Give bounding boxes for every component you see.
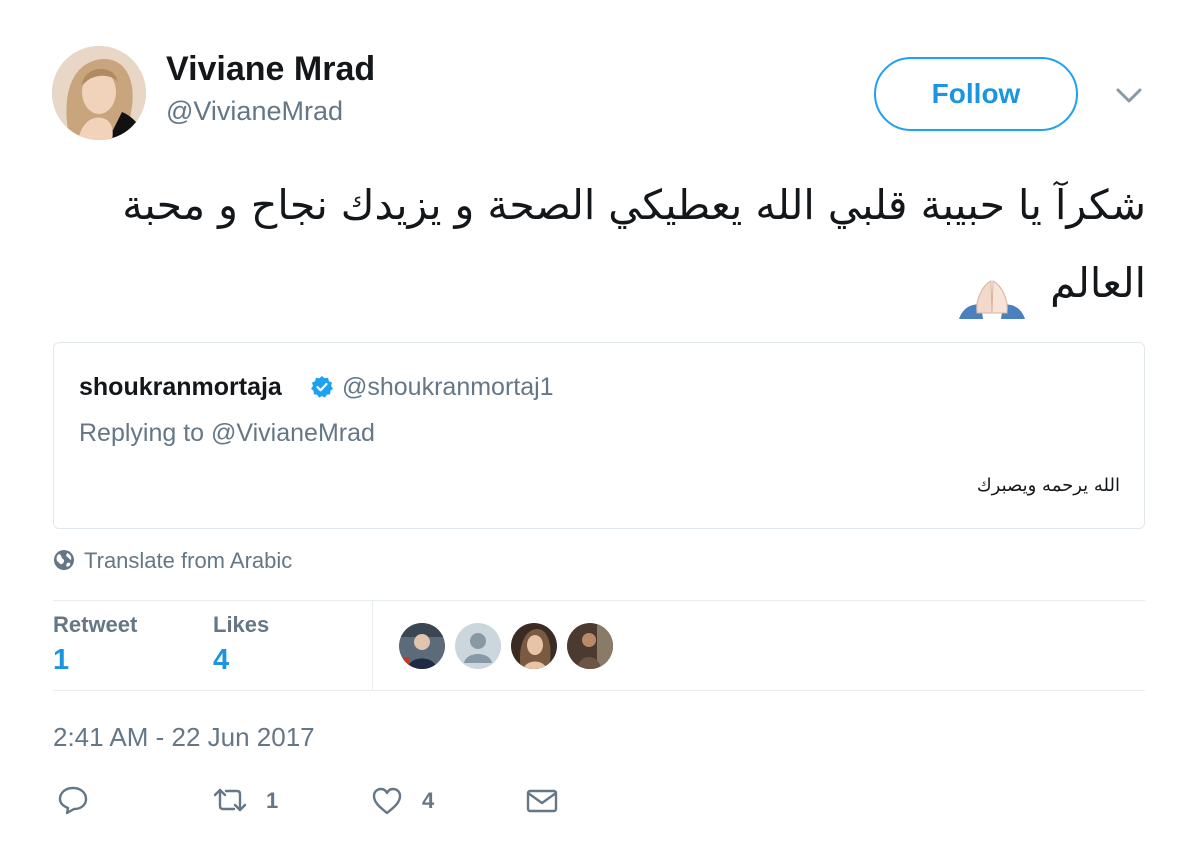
- quoted-tweet-card[interactable]: shoukranmortaja @shoukranmortaj1 Replyin…: [53, 342, 1145, 529]
- tweet-text-line-1: شكرآ يا حبيبة قلبي الله يعطيكي الصحة و ي…: [122, 181, 1146, 229]
- liker-avatar[interactable]: [399, 623, 445, 669]
- avatar-image: [52, 46, 146, 140]
- retweet-stat-label[interactable]: Retweet: [53, 612, 137, 638]
- stats-separator: [372, 600, 373, 690]
- heart-icon[interactable]: [371, 786, 403, 816]
- tweet-text: شكرآ يا حبيبة قلبي الله يعطيكي الصحة و ي…: [60, 166, 1146, 322]
- quoted-author-name: shoukranmortaja: [79, 373, 282, 401]
- like-count: 4: [422, 788, 435, 813]
- retweet-icon[interactable]: [212, 786, 248, 814]
- tweet-timestamp[interactable]: 2:41 AM - 22 Jun 2017: [53, 722, 315, 753]
- liker-avatar[interactable]: [511, 623, 557, 669]
- author-avatar[interactable]: [52, 46, 146, 140]
- quoted-tweet-text: الله يرحمه ويصبرك: [976, 475, 1120, 496]
- stats-top-divider: [53, 600, 1145, 601]
- reply-icon[interactable]: [57, 785, 89, 815]
- likes-stat-label[interactable]: Likes: [213, 612, 269, 638]
- translate-link[interactable]: Translate from Arabic: [84, 548, 292, 574]
- verified-badge-icon: [310, 375, 334, 399]
- liker-avatar-default[interactable]: [455, 623, 501, 669]
- follow-button[interactable]: Follow: [874, 57, 1078, 131]
- envelope-icon[interactable]: [526, 788, 558, 814]
- folded-hands-icon: [957, 266, 1027, 319]
- quoted-author-handle: @shoukranmortaj1: [342, 373, 554, 401]
- globe-icon: [53, 549, 75, 571]
- author-display-name[interactable]: Viviane Mrad: [166, 50, 375, 89]
- author-handle[interactable]: @VivianeMrad: [166, 96, 343, 127]
- liker-avatar[interactable]: [567, 623, 613, 669]
- chevron-down-icon[interactable]: [1112, 80, 1146, 110]
- stats-bottom-divider: [53, 690, 1145, 691]
- retweet-count: 1: [266, 788, 279, 813]
- likes-stat-count[interactable]: 4: [213, 644, 229, 677]
- retweet-stat-count[interactable]: 1: [53, 644, 69, 677]
- replying-to-text: Replying to @VivianeMrad: [79, 419, 375, 447]
- tweet-text-line-2: العالم: [1050, 259, 1146, 307]
